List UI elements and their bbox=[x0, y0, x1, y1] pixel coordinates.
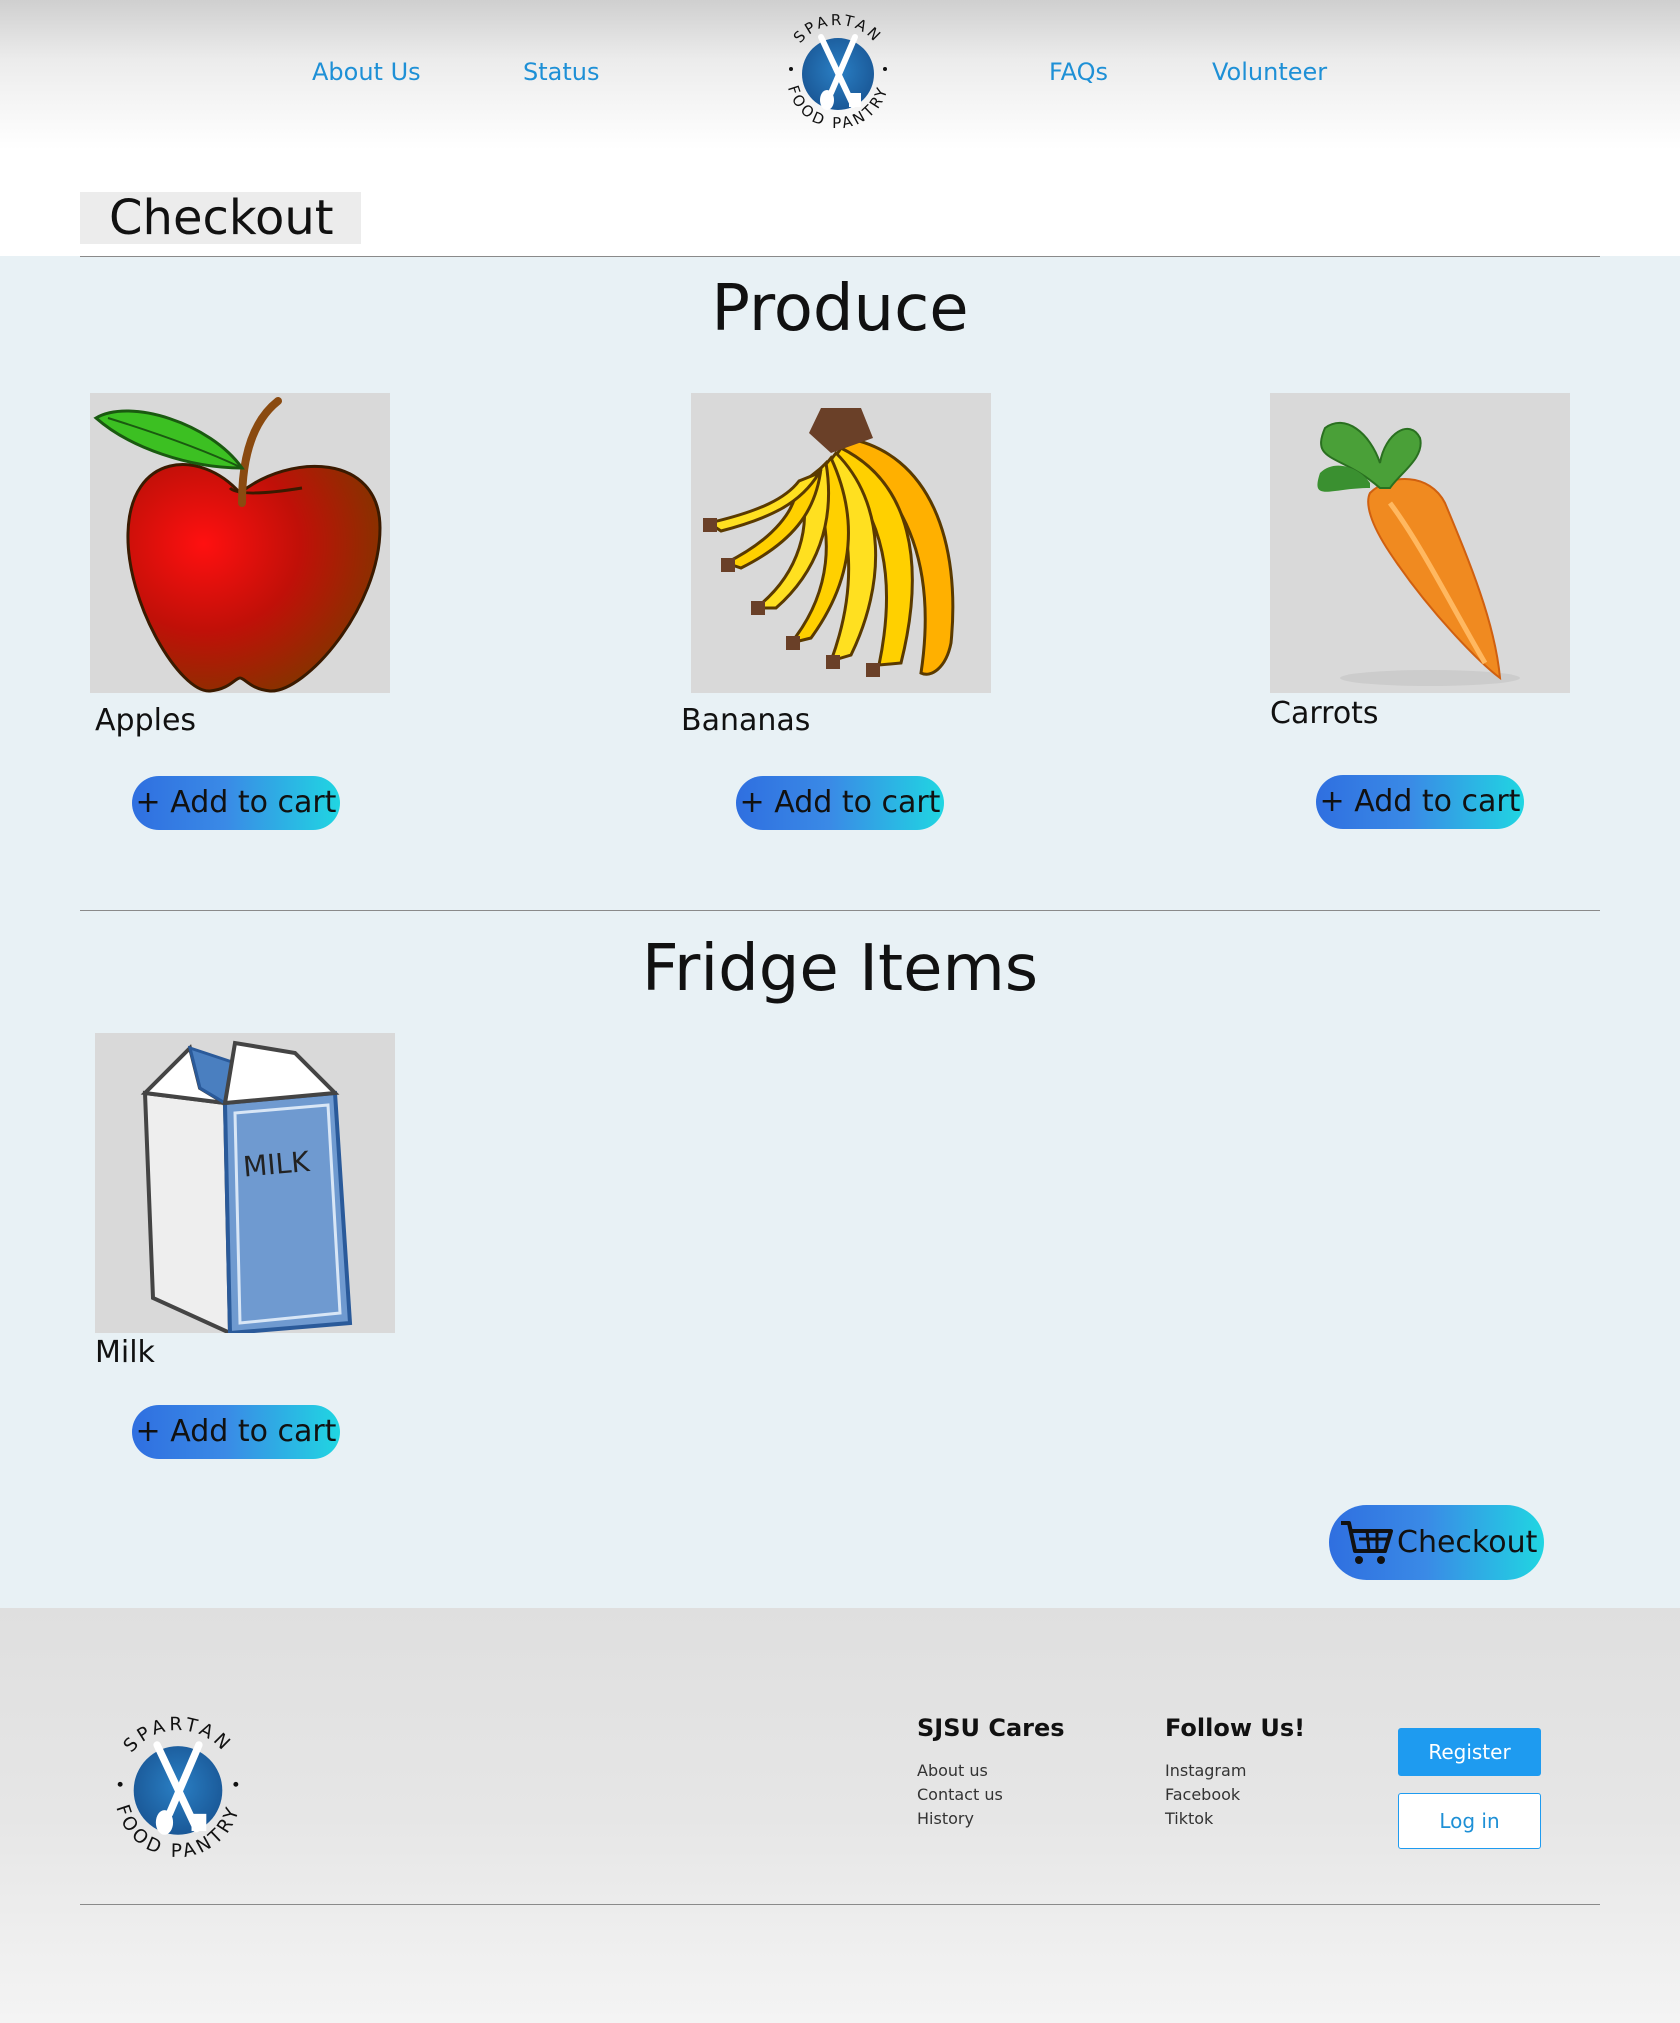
footer-link-tiktok[interactable]: Tiktok bbox=[1165, 1809, 1213, 1828]
product-name-apples: Apples bbox=[95, 703, 197, 738]
svg-text:MILK: MILK bbox=[242, 1145, 312, 1184]
checkout-button-label: Checkout bbox=[1397, 1525, 1538, 1560]
spartan-food-pantry-logo-icon: SPARTAN FOOD PANTRY bbox=[111, 1714, 240, 1862]
apple-icon bbox=[93, 397, 382, 693]
login-button[interactable]: Log in bbox=[1398, 1793, 1541, 1849]
nav-faqs[interactable]: FAQs bbox=[1049, 58, 1108, 86]
spartan-food-pantry-logo-icon: SPARTAN FOOD PANTRY bbox=[784, 11, 889, 132]
site-header: About Us Status FAQs Volunteer SPARTAN F… bbox=[0, 0, 1680, 150]
footer-link-about-us[interactable]: About us bbox=[917, 1761, 988, 1780]
product-image-apples bbox=[90, 393, 390, 693]
carrot-icon bbox=[1317, 422, 1520, 686]
register-button[interactable]: Register bbox=[1398, 1728, 1541, 1776]
footer-link-facebook[interactable]: Facebook bbox=[1165, 1785, 1240, 1804]
divider bbox=[80, 910, 1600, 911]
footer-link-history[interactable]: History bbox=[917, 1809, 974, 1828]
add-to-cart-button-carrots[interactable]: + Add to cart bbox=[1316, 775, 1524, 829]
cart-icon bbox=[1341, 1521, 1393, 1564]
nav-volunteer[interactable]: Volunteer bbox=[1212, 58, 1327, 86]
footer-link-instagram[interactable]: Instagram bbox=[1165, 1761, 1246, 1780]
add-to-cart-button-apples[interactable]: + Add to cart bbox=[132, 776, 340, 830]
page-title: Checkout bbox=[109, 190, 334, 246]
site-logo[interactable]: SPARTAN FOOD PANTRY bbox=[773, 7, 903, 137]
divider bbox=[80, 256, 1600, 257]
footer-logo[interactable]: SPARTAN FOOD PANTRY bbox=[98, 1708, 258, 1868]
section-title-produce: Produce bbox=[711, 272, 969, 346]
footer-heading-sjsu-cares: SJSU Cares bbox=[917, 1714, 1065, 1742]
nav-about-us[interactable]: About Us bbox=[312, 58, 421, 86]
section-title-fridge-items: Fridge Items bbox=[641, 932, 1039, 1006]
footer-link-contact-us[interactable]: Contact us bbox=[917, 1785, 1003, 1804]
footer-divider bbox=[80, 1904, 1600, 1905]
bananas-icon bbox=[703, 408, 955, 677]
add-to-cart-button-bananas[interactable]: + Add to cart bbox=[736, 776, 944, 830]
product-image-milk: MILK bbox=[95, 1033, 395, 1333]
nav-status[interactable]: Status bbox=[523, 58, 599, 86]
product-name-milk: Milk bbox=[95, 1335, 155, 1370]
product-image-bananas bbox=[691, 393, 991, 693]
product-image-carrots bbox=[1270, 393, 1570, 693]
product-name-carrots: Carrots bbox=[1270, 696, 1379, 731]
add-to-cart-button-milk[interactable]: + Add to cart bbox=[132, 1405, 340, 1459]
milk-carton-icon: MILK bbox=[140, 1040, 353, 1333]
product-name-bananas: Bananas bbox=[681, 703, 811, 738]
page-title-box: Checkout bbox=[80, 192, 361, 244]
checkout-button[interactable]: Checkout bbox=[1329, 1505, 1544, 1580]
footer-heading-follow-us: Follow Us! bbox=[1165, 1714, 1306, 1742]
